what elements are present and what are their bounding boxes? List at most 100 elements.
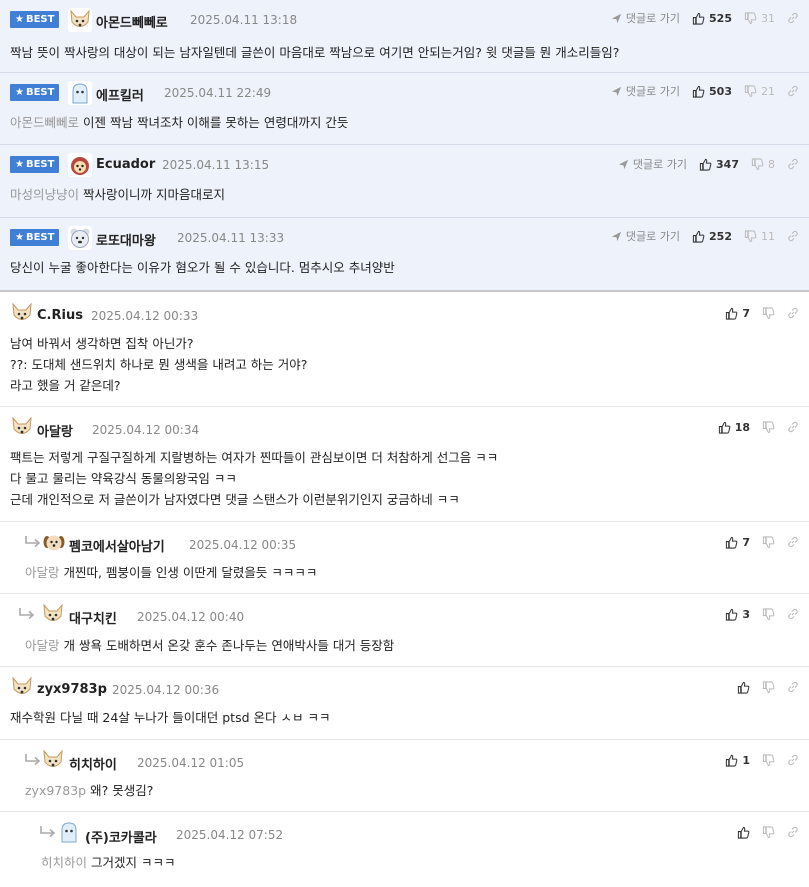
- thumbs-up-icon: [726, 307, 738, 320]
- fox-avatar[interactable]: [68, 153, 92, 177]
- reply-link[interactable]: 댓글로 가기: [611, 83, 680, 99]
- link-icon: [788, 85, 798, 97]
- dislike-button[interactable]: [762, 753, 775, 767]
- like-button[interactable]: 525: [692, 12, 732, 25]
- reply-link[interactable]: 댓글로 가기: [618, 156, 687, 172]
- dislike-button[interactable]: [762, 535, 775, 549]
- like-button[interactable]: [737, 681, 750, 694]
- comment-actions: 1: [713, 751, 799, 769]
- comment-date: 2025.04.12 00:33: [91, 309, 199, 323]
- comment-date: 2025.04.12 01:05: [137, 756, 245, 770]
- dog-avatar[interactable]: [68, 8, 92, 32]
- comment-nickname[interactable]: C.Rius: [37, 308, 83, 323]
- comment-text: 아몬드뻬뻬로 이젠 짝남 짝녀조차 이해를 못하는 연령대까지 간듯: [10, 115, 349, 130]
- dog-avatar[interactable]: [10, 415, 34, 439]
- mention[interactable]: 아달랑: [25, 565, 60, 580]
- ghost-avatar[interactable]: [68, 81, 92, 105]
- best-comment: ★ BEST 아몬드뻬뻬로 2025.04.11 13:18 댓글로 가기 525…: [0, 0, 809, 73]
- like-button[interactable]: 503: [692, 85, 732, 98]
- dislike-button[interactable]: [762, 680, 775, 694]
- comment-nickname[interactable]: 아몬드뻬뻬로: [96, 12, 168, 31]
- link-button[interactable]: [787, 608, 799, 620]
- dog-avatar[interactable]: [41, 602, 65, 626]
- thumbs-up-icon: [699, 158, 712, 171]
- comment-nickname[interactable]: 로또대마왕: [96, 230, 156, 249]
- comment-actions: 댓글로 가기 347 8: [606, 155, 799, 173]
- comment-nickname[interactable]: 에프킬러: [96, 85, 144, 104]
- comment-actions: 7: [713, 533, 799, 551]
- dog-avatar[interactable]: [10, 301, 34, 325]
- mention[interactable]: 히치하이: [41, 855, 87, 870]
- comment-nickname[interactable]: 대구치킨: [69, 608, 117, 627]
- dislike-button[interactable]: [762, 420, 775, 434]
- best-comment: ★ BEST Ecuador 2025.04.11 13:15 댓글로 가기 34…: [0, 145, 809, 218]
- reply-arrow-icon: [25, 754, 41, 766]
- thumbs-down-icon: [762, 535, 775, 548]
- dislike-button[interactable]: [762, 825, 775, 839]
- comment-nickname[interactable]: Ecuador: [96, 157, 155, 172]
- link-button[interactable]: [787, 826, 799, 838]
- link-button[interactable]: [787, 536, 799, 548]
- link-button[interactable]: [787, 681, 799, 693]
- like-button[interactable]: 18: [718, 421, 750, 434]
- dislike-button[interactable]: 8: [751, 158, 775, 171]
- link-icon: [788, 307, 798, 319]
- comment-text: 마성의냥냥이 짝사랑이니까 지마음대로지: [10, 187, 225, 202]
- mention[interactable]: 마성의냥냥이: [10, 187, 79, 202]
- link-button[interactable]: [787, 421, 799, 433]
- puppy-avatar[interactable]: [42, 530, 66, 554]
- comment-nickname[interactable]: 히치하이: [69, 754, 117, 773]
- comment-nickname[interactable]: zyx9783p: [37, 682, 107, 697]
- reply-arrow-icon: [40, 826, 56, 838]
- thumbs-down-icon: [762, 306, 775, 319]
- comment-date: 2025.04.12 00:36: [112, 683, 220, 697]
- link-button[interactable]: [787, 12, 799, 24]
- link-button[interactable]: [787, 754, 799, 766]
- link-button[interactable]: [787, 85, 799, 97]
- link-icon: [788, 158, 798, 170]
- like-button[interactable]: 7: [725, 307, 750, 320]
- star-icon: ★: [15, 14, 24, 25]
- thumbs-up-icon: [718, 421, 731, 434]
- dog-avatar[interactable]: [41, 748, 65, 772]
- mention[interactable]: 아달랑: [25, 638, 60, 653]
- comment-text: 히치하이 그거겠지 ㅋㅋㅋ: [41, 855, 176, 870]
- like-button[interactable]: 252: [692, 230, 732, 243]
- like-button[interactable]: 1: [725, 754, 750, 767]
- like-button[interactable]: 347: [699, 158, 739, 171]
- like-button[interactable]: [737, 826, 750, 839]
- dislike-button[interactable]: [762, 607, 775, 621]
- comment-nickname[interactable]: 아달랑: [37, 421, 73, 440]
- thumbs-up-icon: [726, 536, 738, 549]
- like-button[interactable]: 7: [725, 536, 750, 549]
- mention[interactable]: zyx9783p: [25, 783, 86, 798]
- best-badge: ★ BEST: [10, 156, 60, 173]
- dislike-button[interactable]: 21: [744, 85, 775, 98]
- ghost-avatar[interactable]: [57, 820, 81, 844]
- mention[interactable]: 아몬드뻬뻬로: [10, 115, 79, 130]
- link-button[interactable]: [787, 230, 799, 242]
- reply-item: 히치하이 2025.04.12 01:05 1 zyx9783p 왜? 못생김?: [0, 740, 809, 812]
- comment-text: 아달랑 개 쌍욕 도배하면서 온갖 훈수 존나두는 연애박사들 대거 등장함: [25, 638, 395, 653]
- link-icon: [788, 826, 798, 838]
- link-button[interactable]: [787, 307, 799, 319]
- bear-avatar[interactable]: [68, 226, 92, 250]
- comment-actions: 댓글로 가기 525 31: [599, 9, 799, 27]
- link-button[interactable]: [787, 158, 799, 170]
- dog-avatar[interactable]: [10, 675, 34, 699]
- comment-text: 아달랑 개찐따, 펨붕이들 인생 이딴게 달렸을듯 ㅋㅋㅋㅋ: [25, 565, 318, 580]
- dislike-button[interactable]: [762, 306, 775, 320]
- comment-date: 2025.04.11 13:15: [162, 158, 270, 172]
- comment-nickname[interactable]: 펨코에서살아남기: [69, 536, 165, 555]
- comment-date: 2025.04.11 22:49: [164, 86, 272, 100]
- comment-item: 아달랑 2025.04.12 00:34 18 팩트는 저렇게 구질구질하게 지…: [0, 407, 809, 522]
- dislike-button[interactable]: 11: [744, 230, 775, 243]
- like-button[interactable]: 3: [725, 608, 750, 621]
- comment-nickname[interactable]: (주)코카콜라: [85, 827, 157, 846]
- send-icon: [611, 13, 622, 23]
- thumbs-up-icon: [726, 608, 738, 621]
- reply-link[interactable]: 댓글로 가기: [611, 228, 680, 244]
- reply-link[interactable]: 댓글로 가기: [611, 10, 680, 26]
- dislike-button[interactable]: 31: [744, 12, 775, 25]
- comment-date: 2025.04.11 13:33: [177, 231, 285, 245]
